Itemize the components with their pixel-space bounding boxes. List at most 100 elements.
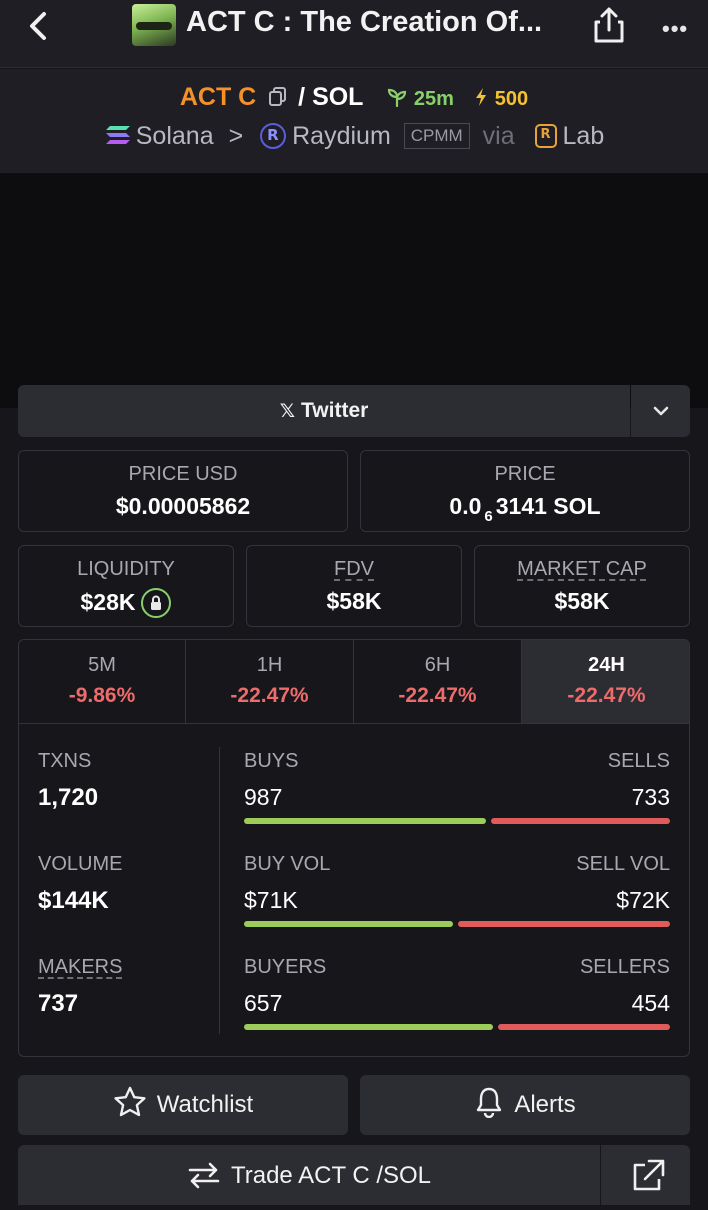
alerts-label: Alerts [514, 1091, 576, 1118]
x-logo-icon: 𝕏 [279, 401, 296, 422]
price-change: -22.47% [230, 684, 309, 707]
breadcrumb: Solana > Raydium CPMM via Lab [0, 122, 708, 151]
sells-label: SELLS [607, 750, 670, 772]
tab-label: 6H [424, 654, 451, 676]
base-token[interactable]: ACT C [180, 83, 256, 111]
sellers-label: SELLERS [579, 956, 670, 978]
price-change: -22.47% [398, 684, 477, 707]
volume-label: VOLUME [38, 853, 123, 875]
watchlist-button[interactable]: Watchlist [18, 1075, 348, 1135]
makers-value: 737 [38, 990, 79, 1017]
price-native-label: PRICE [494, 463, 556, 485]
buyers-label: BUYERS [244, 956, 327, 978]
sell-vol-bar [458, 921, 670, 927]
liquidity-value: $28K [80, 589, 136, 615]
via-text: via [482, 122, 515, 150]
tab-1h[interactable]: 1H -22.47% [186, 640, 354, 724]
seedling-icon [387, 88, 407, 108]
buy-vol-value: $71K [244, 887, 298, 913]
chevron-down-icon [653, 406, 669, 416]
sell-vol-value: $72K [616, 887, 670, 913]
launchpad-name[interactable]: Lab [563, 122, 605, 150]
fdv-card[interactable]: FDV $58K [246, 545, 462, 627]
price-native-value: 0.0 6 3141 SOL [361, 493, 689, 525]
price-digits: 3141 [495, 493, 547, 519]
fdv-label: FDV [334, 558, 374, 580]
external-link-icon [633, 1159, 665, 1191]
liquidity-card: LIQUIDITY $28K [18, 545, 234, 627]
sellers-value: 454 [631, 990, 670, 1016]
trade-label: Trade ACT C /SOL [230, 1162, 432, 1189]
market-cap-value: $58K [554, 588, 610, 614]
pair-age: 25m [413, 88, 454, 110]
ellipsis-icon[interactable]: ••• [662, 16, 688, 42]
pair-separator: / [298, 83, 306, 111]
boost-count: 500 [494, 88, 529, 110]
market-cap-label: MARKET CAP [517, 558, 647, 580]
twitter-button[interactable]: 𝕏 Twitter [18, 385, 630, 437]
makers-label[interactable]: MAKERS [38, 956, 122, 979]
chevron-right-icon: > [228, 122, 244, 150]
price-prefix: 0.0 [449, 493, 482, 519]
trade-button[interactable]: Trade ACT C /SOL [18, 1145, 600, 1205]
sell-vol-label: SELL VOL [576, 853, 670, 875]
solana-icon [105, 126, 130, 144]
price-usd-card: PRICE USD $0.00005862 [18, 450, 348, 532]
chevron-left-icon[interactable] [20, 8, 56, 44]
share-icon[interactable] [592, 6, 626, 44]
price-zero-count: 6 [484, 508, 493, 525]
buyers-bar [244, 1024, 493, 1030]
txns-label: TXNS [38, 750, 92, 772]
buys-value: 987 [244, 784, 283, 810]
launchpad-icon [534, 124, 557, 148]
socials-dropdown-button[interactable] [631, 385, 690, 437]
price-usd-label: PRICE USD [128, 463, 238, 485]
liquidity-value-wrap: $28K [19, 588, 233, 618]
copy-icon[interactable] [269, 85, 287, 106]
raydium-icon [260, 123, 287, 149]
sellers-bar [498, 1024, 670, 1030]
buys-bar [244, 818, 486, 824]
tab-label: 24H [588, 654, 625, 676]
market-cap-card[interactable]: MARKET CAP $58K [474, 545, 690, 627]
twitter-label: Twitter [301, 399, 369, 422]
token-thumbnail [132, 4, 176, 46]
tab-5m[interactable]: 5M -9.86% [19, 640, 186, 724]
buy-vol-bar [244, 921, 453, 927]
tab-6h[interactable]: 6H -22.47% [354, 640, 522, 724]
tab-24h[interactable]: 24H -22.47% [522, 640, 689, 724]
buy-vol-label: BUY VOL [244, 853, 331, 875]
price-change: -22.47% [567, 684, 646, 707]
buys-label: BUYS [244, 750, 299, 772]
price-native-card: PRICE 0.0 6 3141 SOL [360, 450, 690, 532]
stats-box: 5M -9.86% 1H -22.47% 6H -22.47% 24H -22.… [18, 639, 690, 1057]
bell-icon [477, 1087, 502, 1119]
page-title: ACT C : The Creation Of... [186, 6, 543, 38]
tab-label: 5M [88, 654, 116, 676]
tab-label: 1H [256, 654, 283, 676]
top-bar: ACT C : The Creation Of... ••• [0, 0, 708, 68]
chain-name[interactable]: Solana [136, 122, 214, 150]
alerts-button[interactable]: Alerts [360, 1075, 690, 1135]
price-usd-value: $0.00005862 [115, 493, 251, 519]
lock-icon[interactable] [141, 588, 172, 618]
star-icon [114, 1086, 146, 1117]
chart-area [0, 173, 708, 408]
external-link-button[interactable] [601, 1145, 690, 1205]
bolt-icon [475, 88, 486, 106]
quote-token: SOL [312, 83, 364, 111]
dex-name[interactable]: Raydium [292, 122, 391, 150]
fdv-value: $58K [326, 588, 382, 614]
price-change: -9.86% [68, 684, 136, 707]
buyers-value: 657 [244, 990, 283, 1016]
pair-info: ACT C / SOL 25m 500 Solana > Raydium CPM… [0, 69, 708, 173]
timeframe-tabs: 5M -9.86% 1H -22.47% 6H -22.47% 24H -22.… [19, 640, 689, 724]
swap-arrows-icon [188, 1162, 220, 1189]
pool-type-badge: CPMM [403, 123, 470, 149]
price-unit: SOL [553, 493, 601, 519]
watchlist-label: Watchlist [156, 1091, 254, 1118]
txns-value: 1,720 [38, 784, 99, 811]
sells-bar [491, 818, 670, 824]
sells-value: 733 [631, 784, 670, 810]
volume-value: $144K [38, 887, 109, 914]
